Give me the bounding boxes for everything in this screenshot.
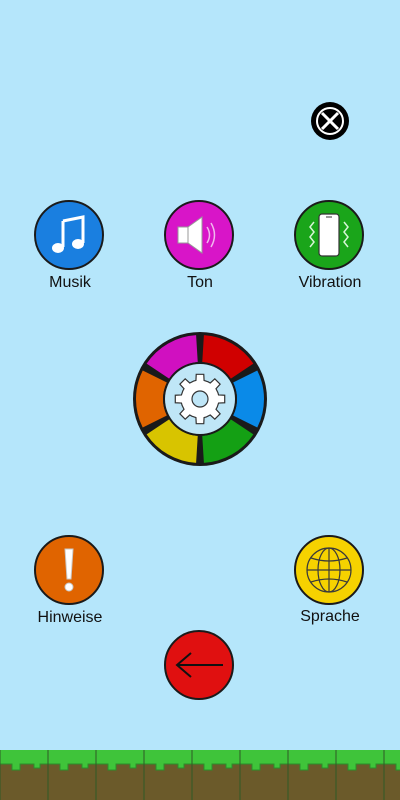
sound-label: Ton	[187, 274, 213, 291]
close-icon	[316, 107, 344, 135]
language-button[interactable]	[294, 535, 364, 605]
globe-icon	[306, 547, 352, 593]
music-note-icon	[52, 215, 85, 253]
speaker-icon	[177, 216, 216, 254]
close-button[interactable]	[311, 102, 349, 140]
music-button[interactable]	[34, 200, 104, 270]
color-wheel[interactable]	[132, 331, 268, 467]
grass-ground	[0, 750, 400, 800]
music-label: Musik	[49, 274, 91, 291]
exclamation-icon	[64, 548, 74, 592]
gear-icon	[174, 373, 226, 425]
hints-button[interactable]	[34, 535, 104, 605]
vibration-label: Vibration	[298, 274, 362, 291]
vibration-button[interactable]	[294, 200, 364, 270]
back-button[interactable]	[164, 630, 234, 700]
language-label: Sprache	[300, 608, 360, 625]
sound-button[interactable]	[164, 200, 234, 270]
hints-label: Hinweise	[37, 609, 103, 626]
vibrating-phone-icon	[309, 213, 349, 257]
arrow-left-icon	[175, 652, 223, 678]
